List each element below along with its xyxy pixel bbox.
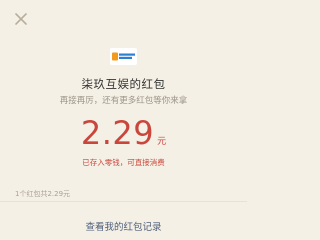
- packet-summary: 1个红包共2.29元: [15, 190, 71, 198]
- app-logo-icon: [112, 52, 135, 61]
- amount-unit: 元: [157, 137, 167, 147]
- close-icon: [12, 10, 30, 28]
- greeting-text: 再接再厉，还有更多红包等你来拿: [59, 96, 188, 106]
- red-packet-detail-screen: 柒玖互娱的红包 再接再厉，还有更多红包等你来拿 2.29 元 已存入零钱，可直接消…: [0, 0, 247, 240]
- sender-name: 柒玖互娱的红包: [81, 77, 166, 91]
- divider: [0, 201, 247, 202]
- deposit-note: 已存入零钱，可直接消费: [82, 158, 165, 167]
- amount-display: 2.29 元: [0, 113, 247, 153]
- sender-logo: [110, 48, 137, 65]
- amount-value: 2.29: [80, 114, 155, 152]
- close-button[interactable]: [12, 10, 30, 28]
- view-records-link[interactable]: 查看我的红包记录: [0, 219, 247, 233]
